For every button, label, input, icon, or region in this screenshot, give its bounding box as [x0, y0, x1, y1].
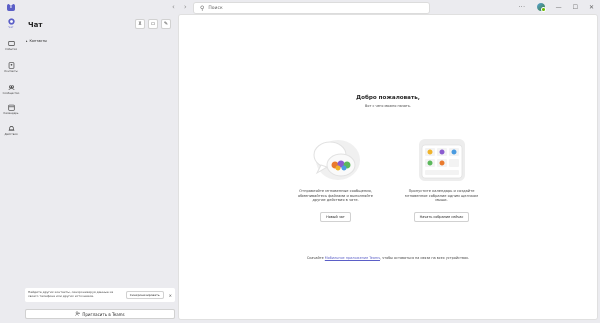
invite-label: Пригласить в Teams [82, 311, 125, 317]
rail-item-chat[interactable]: Чат [0, 18, 22, 29]
footer-text-before: Скачайте [306, 256, 325, 260]
rail-item-calendar[interactable]: Календарь [0, 104, 22, 115]
chevron-right-icon: ▸ [26, 39, 28, 43]
forward-icon[interactable]: › [184, 3, 187, 11]
rail-item-contacts[interactable]: Контакты [0, 62, 22, 73]
filter-icon[interactable]: ⊻ [135, 19, 145, 29]
mobile-app-link[interactable]: Мобильное приложение Teams [325, 256, 380, 260]
close-icon[interactable]: × [169, 293, 172, 298]
activity-icon [7, 40, 15, 47]
rail-item-label: Контакты [4, 70, 18, 73]
more-options-icon[interactable]: ··· [518, 4, 525, 11]
title-right-controls: ··· — ☐ ✕ [518, 3, 594, 12]
panel-title: Чат [28, 21, 43, 29]
invite-icon [75, 311, 81, 317]
sync-button[interactable]: Синхронизировать [125, 291, 164, 299]
rail-item-label: Календарь [3, 112, 19, 115]
video-call-icon[interactable]: ▭ [148, 19, 158, 29]
back-icon[interactable]: ‹ [172, 3, 175, 11]
nav-arrows: ‹ › [172, 3, 187, 11]
mobile-app-footer: Скачайте Мобильное приложение Teams, что… [179, 256, 597, 260]
community-icon [7, 84, 15, 91]
calendar-icon [7, 104, 15, 111]
rail-item-label: Сообщество [2, 92, 20, 95]
rail-item-community[interactable]: Сообщество [0, 84, 22, 95]
footer-text-after: , чтобы оставаться на связи на всех устр… [379, 256, 470, 260]
search-placeholder: Поиск [208, 5, 223, 11]
new-chat-card: Отправляйте мгновенные сообщения, обмени… [293, 135, 378, 222]
title-bar: ‹ › ⚲ Поиск ··· — ☐ ✕ [0, 0, 600, 14]
chat-list-panel: Чат ⊻ ▭ ✎ ▸ Контакты Найдите других конт… [22, 14, 175, 323]
chat-icon [7, 18, 15, 25]
avatar[interactable] [536, 3, 546, 12]
welcome-subtitle: Вот с чего можно начать. [365, 104, 411, 108]
rail-item-actions[interactable]: Действия [0, 125, 22, 136]
minimize-icon[interactable]: — [556, 4, 562, 11]
sync-text: Найдите других контакты, синхронизируя д… [28, 290, 114, 298]
new-chat-icon[interactable]: ✎ [161, 19, 171, 29]
rail-item-label: Чат [8, 26, 14, 29]
invite-button[interactable]: Пригласить в Teams [25, 309, 175, 319]
sync-banner: Найдите других контакты, синхронизируя д… [25, 288, 175, 302]
new-chat-description: Отправляйте мгновенные сообщения, обмени… [298, 189, 373, 203]
new-chat-button[interactable]: Новый чат [320, 211, 351, 222]
contacts-section[interactable]: ▸ Контакты [26, 39, 47, 43]
app-rail: T Чат События Контакты Сообщество Календ… [0, 0, 22, 323]
rail-item-label: Действия [4, 133, 18, 136]
contacts-label: Контакты [29, 39, 47, 43]
main-content: Добро пожаловать, Вот с чего можно начат… [178, 14, 598, 320]
search-input[interactable]: ⚲ Поиск [193, 2, 430, 14]
search-icon: ⚲ [200, 4, 205, 12]
teams-logo-icon: T [7, 4, 15, 11]
rail-item-activity[interactable]: События [0, 40, 22, 51]
welcome-title: Добро пожаловать, [356, 95, 420, 101]
rail-item-label: События [5, 48, 17, 51]
meet-now-button[interactable]: Начать собрание сейчас [413, 211, 470, 222]
maximize-icon[interactable]: ☐ [573, 4, 578, 11]
close-icon[interactable]: ✕ [589, 4, 594, 11]
contacts-icon [8, 62, 15, 69]
actions-icon [8, 125, 15, 132]
meeting-illustration-icon [413, 135, 471, 185]
chat-illustration-icon [307, 135, 365, 185]
panel-buttons: ⊻ ▭ ✎ [135, 19, 171, 29]
meet-now-description: Пропустите календарь и создайте мгновенн… [405, 189, 478, 203]
meet-now-card: Пропустите календарь и создайте мгновенн… [399, 135, 484, 222]
